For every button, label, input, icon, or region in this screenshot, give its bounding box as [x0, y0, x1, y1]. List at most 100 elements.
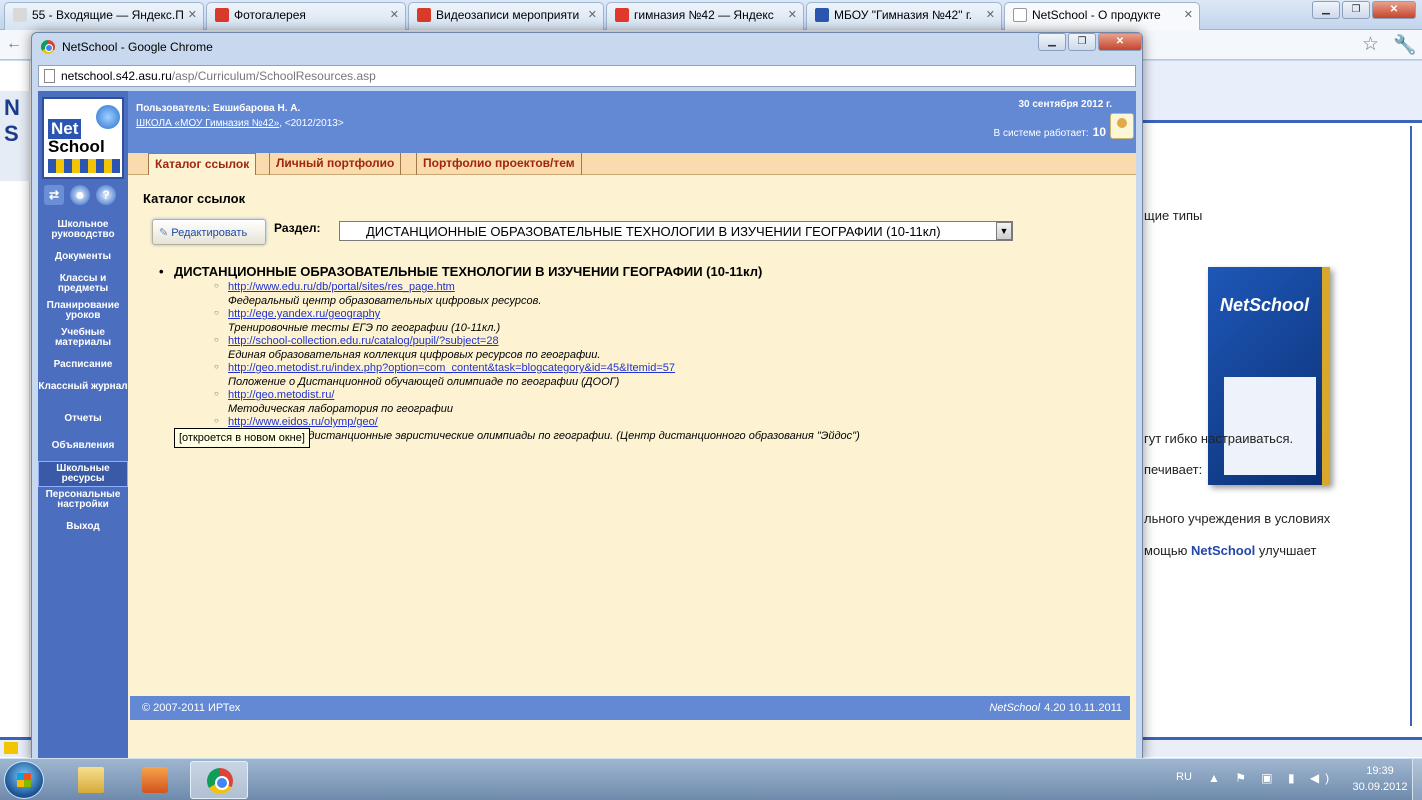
system-tray-icons[interactable]: ▲ ⚑ ▣ ▮ ◀): [1208, 771, 1335, 785]
netschool-product-box-image: NetSchool: [1208, 267, 1330, 485]
wrench-icon[interactable]: 🔧: [1393, 33, 1417, 57]
sidebar-item-announcements[interactable]: Объявления: [38, 441, 128, 451]
bg-text-line: мощью NetSchool улучшает: [1144, 543, 1317, 558]
netschool-popup-window: NetSchool - Google Chrome ▁ ❐ ✕ netschoo…: [31, 32, 1143, 763]
sidebar-item-reports[interactable]: Отчеты: [38, 414, 128, 424]
sidebar-item-lesson-planning[interactable]: Планирование уроков: [38, 301, 128, 321]
close-window-icon[interactable]: ✕: [1098, 33, 1142, 51]
sidebar-item-schedule[interactable]: Расписание: [38, 360, 128, 370]
sidebar-item-classes[interactable]: Классы и предметы: [38, 274, 128, 294]
sidebar-icon-row: ⇄ ☻ ?: [44, 185, 116, 205]
chrome-icon: [207, 768, 233, 794]
back-arrow-icon[interactable]: ←: [6, 35, 22, 53]
yandex-icon: [615, 8, 629, 22]
address-bar[interactable]: netschool.s42.asu.ru/asp/Curriculum/Scho…: [38, 65, 1136, 87]
video-icon: [417, 8, 431, 22]
chrome-icon: [41, 40, 55, 54]
resource-link[interactable]: http://geo.metodist.ru/: [214, 389, 334, 401]
sidebar-item-logout[interactable]: Выход: [38, 522, 128, 532]
resource-description: Федеральный центр образовательных цифров…: [228, 295, 542, 307]
sidebar-nav: Net School ⇄ ☻ ? Школьное руководство До…: [38, 91, 128, 763]
bg-header-bar: [1140, 61, 1422, 123]
close-icon[interactable]: ✕: [788, 8, 797, 21]
resource-link[interactable]: http://geo.metodist.ru/index.php?option=…: [214, 362, 675, 374]
sidebar-item-materials[interactable]: Учебные материалы: [38, 328, 128, 348]
sidebar-item-personal-settings[interactable]: Персональные настройки: [38, 490, 128, 510]
edit-button[interactable]: Редактировать: [152, 219, 266, 245]
minimize-icon[interactable]: ▁: [1038, 33, 1066, 51]
close-icon[interactable]: ✕: [588, 8, 597, 21]
sidebar-item-school-management[interactable]: Школьное руководство: [38, 220, 128, 240]
page-icon: [1013, 8, 1027, 22]
bg-netschool-logo: N S: [0, 91, 30, 181]
bg-tab-photogallery[interactable]: Фотогалерея ✕: [206, 2, 406, 30]
popup-titlebar[interactable]: NetSchool - Google Chrome ▁ ❐ ✕: [32, 33, 1142, 61]
taskbar-explorer[interactable]: [62, 761, 120, 799]
users-icon[interactable]: ☻: [70, 185, 90, 205]
background-tab-strip: 55 - Входящие — Яндекс.П ✕ Фотогалерея ✕ В…: [0, 0, 1422, 30]
photo-icon: [215, 8, 229, 22]
media-player-icon: [142, 767, 168, 793]
bg-text-line: гут гибко настраиваться.: [1144, 431, 1294, 446]
current-date: 30 сентября 2012 г.: [1018, 99, 1112, 110]
resource-link[interactable]: http://ege.yandex.ru/geography: [214, 308, 380, 320]
tab-link-catalog[interactable]: Каталог ссылок: [148, 153, 257, 175]
bg-tab-yandex[interactable]: гимназия №42 — Яндекс ✕: [606, 2, 804, 30]
tab-bar: Каталог ссылок Личный портфолио Портфоли…: [128, 153, 1136, 175]
start-button[interactable]: [4, 761, 44, 799]
box-title: NetSchool: [1220, 295, 1310, 315]
tab-project-portfolio[interactable]: Портфолио проектов/тем: [416, 153, 582, 175]
bg-tab-netschool[interactable]: NetSchool - О продукте ✕: [1004, 2, 1200, 30]
section-select[interactable]: ДИСТАНЦИОННЫЕ ОБРАЗОВАТЕЛЬНЫЕ ТЕХНОЛОГИИ…: [339, 221, 1013, 241]
netschool-page: Net School ⇄ ☻ ? Школьное руководство До…: [38, 91, 1136, 763]
bg-text-line: льного учреждения в условиях: [1144, 511, 1331, 526]
globe-icon: [96, 105, 120, 129]
bg-tab-gymnasium[interactable]: МБОУ "Гимназия №42" г. ✕: [806, 2, 1002, 30]
resource-description: Методическая лаборатория по географии: [228, 403, 453, 415]
resource-link[interactable]: http://www.eidos.ru/olymp/geo/: [214, 416, 378, 428]
bg-text-line: щие типы: [1144, 208, 1203, 223]
sidebar-item-class-journal[interactable]: Классный журнал: [38, 382, 128, 392]
sidebar-item-documents[interactable]: Документы: [38, 252, 128, 262]
resource-link[interactable]: http://school-collection.edu.ru/catalog/…: [214, 335, 499, 347]
sidebar-item-school-resources[interactable]: Школьные ресурсы: [38, 461, 128, 487]
help-icon[interactable]: ?: [96, 185, 116, 205]
netschool-logo[interactable]: Net School: [42, 97, 124, 179]
maximize-icon[interactable]: ❐: [1068, 33, 1096, 51]
close-window-icon[interactable]: ✕: [1372, 1, 1416, 19]
close-icon[interactable]: ✕: [986, 8, 995, 21]
resource-description: Положение о Дистанционной обучающей олим…: [228, 376, 620, 388]
maximize-icon[interactable]: ❐: [1342, 1, 1370, 19]
close-icon[interactable]: ✕: [188, 8, 197, 21]
page-footer: © 2007-2011 ИРТех NetSchool 4.20 10.11.20…: [130, 696, 1130, 720]
sitemap-icon[interactable]: ⇄: [44, 185, 64, 205]
close-icon[interactable]: ✕: [390, 8, 399, 21]
school-link[interactable]: ШКОЛА «МОУ Гимназия №42»: [136, 118, 279, 129]
logo-net-text: Net: [48, 119, 82, 139]
clock-time[interactable]: 19:39: [1356, 765, 1404, 777]
resource-section-title: ДИСТАНЦИОННЫЕ ОБРАЗОВАТЕЛЬНЫЕ ТЕХНОЛОГИИ…: [159, 264, 762, 279]
tab-personal-portfolio[interactable]: Личный портфолио: [269, 153, 402, 175]
language-indicator[interactable]: RU: [1176, 771, 1192, 783]
version-info: NetSchool 4.20 10.11.2011: [989, 702, 1122, 714]
bookmark-star-icon[interactable]: ☆: [1362, 33, 1379, 56]
resource-link[interactable]: http://www.edu.ru/db/portal/sites/res_pa…: [214, 281, 455, 293]
online-users-icon[interactable]: [1110, 113, 1134, 139]
page-icon: [44, 69, 55, 83]
bg-tab-inbox[interactable]: 55 - Входящие — Яндекс.П ✕: [4, 2, 204, 30]
page-title: Каталог ссылок: [143, 191, 246, 206]
show-desktop-button[interactable]: [1412, 759, 1422, 800]
close-icon[interactable]: ✕: [1184, 8, 1193, 21]
bg-window-controls: ▁ ❐ ✕: [1312, 1, 1416, 19]
popup-title: NetSchool - Google Chrome: [62, 40, 213, 54]
chevron-down-icon[interactable]: ▼: [996, 222, 1012, 240]
taskbar-media-player[interactable]: [126, 761, 184, 799]
minimize-icon[interactable]: ▁: [1312, 1, 1340, 19]
folder-icon: [78, 767, 104, 793]
bg-tab-videos[interactable]: Видеозаписи мероприяти ✕: [408, 2, 604, 30]
link-tooltip: [откроется в новом окне]: [174, 428, 310, 448]
clock-date[interactable]: 30.09.2012: [1344, 781, 1416, 793]
url-text: netschool.s42.asu.ru/asp/Curriculum/Scho…: [61, 69, 376, 83]
popup-window-controls: ▁ ❐ ✕: [1038, 33, 1142, 51]
taskbar-chrome[interactable]: [190, 761, 248, 799]
